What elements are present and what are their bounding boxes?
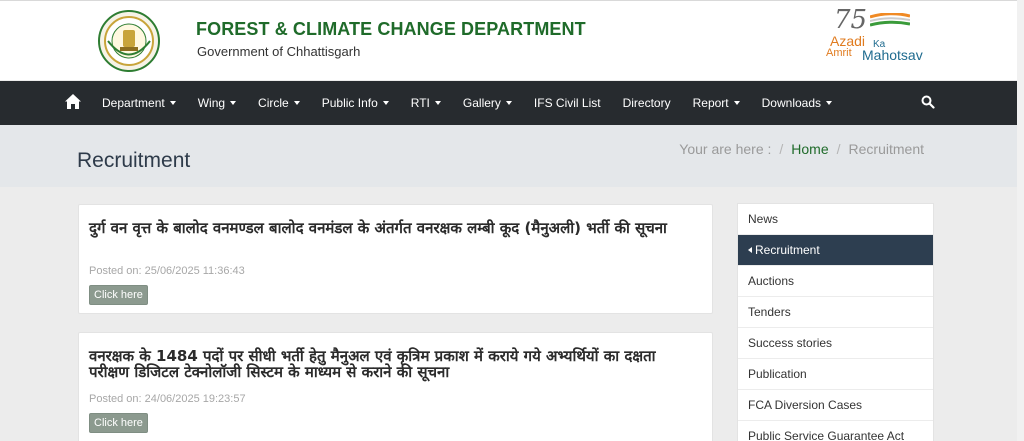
- caret-down-icon: [382, 101, 389, 105]
- sidebar-item-label: FCA Diversion Cases: [748, 398, 863, 412]
- recruitment-post-card: वनरक्षक के 1484 पदों पर सीधी भर्ती हेतु …: [78, 332, 713, 441]
- caret-down-icon: [826, 101, 833, 105]
- nav-item-gallery[interactable]: Gallery: [452, 81, 523, 125]
- sidebar-item-publication[interactable]: Publication: [738, 359, 933, 390]
- breadcrumb-prefix: Your are here :: [679, 141, 772, 157]
- caret-down-icon: [505, 101, 512, 105]
- flag-swoosh-icon: [870, 13, 910, 27]
- site-header: FOREST & CLIMATE CHANGE DEPARTMENT Gover…: [0, 0, 1024, 80]
- nav-item-downloads[interactable]: Downloads: [751, 81, 843, 125]
- nav-item-label: Circle: [258, 96, 289, 110]
- page-scrollbar[interactable]: [1017, 0, 1024, 441]
- click-here-button[interactable]: Click here: [89, 413, 148, 433]
- sidebar-item-auctions[interactable]: Auctions: [738, 266, 933, 297]
- sidebar-item-label: Publication: [748, 367, 807, 381]
- home-icon[interactable]: [64, 93, 82, 111]
- post-date: Posted on: 24/06/2025 19:23:57: [89, 393, 246, 405]
- caret-down-icon: [169, 101, 176, 105]
- nav-item-department[interactable]: Department: [91, 81, 187, 125]
- breadcrumb-current: Recruitment: [848, 141, 924, 157]
- sidebar-item-tenders[interactable]: Tenders: [738, 297, 933, 328]
- nav-item-wing[interactable]: Wing: [187, 81, 247, 125]
- sidebar-item-label: Auctions: [748, 274, 795, 288]
- azadi-75-number: 75: [834, 5, 868, 35]
- azadi-ka-amrit-mahotsav-logo: 75 Azadi Ka Amrit Mahotsav: [826, 5, 936, 67]
- page-title: Recruitment: [77, 149, 191, 172]
- azadi-mahotsav-word: Mahotsav: [862, 47, 923, 63]
- azadi-amrit-word: Amrit: [826, 47, 852, 59]
- caret-down-icon: [733, 101, 740, 105]
- nav-item-report[interactable]: Report: [682, 81, 751, 125]
- nav-item-label: RTI: [410, 96, 430, 110]
- department-title: FOREST & CLIMATE CHANGE DEPARTMENT: [196, 19, 586, 39]
- chhattisgarh-emblem-logo[interactable]: [98, 10, 160, 72]
- category-sidebar: News Recruitment Auctions Tenders Succes…: [737, 203, 934, 441]
- search-icon[interactable]: [921, 95, 935, 109]
- sidebar-item-success-stories[interactable]: Success stories: [738, 328, 933, 359]
- nav-item-label: IFS Civil List: [533, 96, 601, 110]
- sidebar-item-public-service-guarantee-act[interactable]: Public Service Guarantee Act: [738, 421, 933, 441]
- post-title[interactable]: वनरक्षक के 1484 पदों पर सीधी भर्ती हेतु …: [89, 348, 699, 380]
- post-title[interactable]: दुर्ग वन वृत्त के बालोद वनमण्डल बालोद वन…: [89, 220, 699, 236]
- sidebar-item-label: Public Service Guarantee Act: [748, 429, 905, 441]
- caret-left-icon: [748, 247, 752, 253]
- department-subtitle: Government of Chhattisgarh: [197, 44, 361, 59]
- page-banner: Recruitment Your are here : / Home / Rec…: [0, 125, 1024, 187]
- caret-down-icon: [293, 101, 300, 105]
- main-navbar: Department Wing Circle Public Info RTI G…: [0, 81, 1024, 125]
- nav-item-label: Gallery: [462, 96, 501, 110]
- sidebar-item-news[interactable]: News: [738, 204, 933, 235]
- sidebar-item-label: Success stories: [748, 336, 833, 350]
- nav-menu: Department Wing Circle Public Info RTI G…: [91, 81, 843, 125]
- post-date: Posted on: 25/06/2025 11:36:43: [89, 265, 245, 277]
- nav-item-directory[interactable]: Directory: [612, 81, 682, 125]
- nav-item-label: Directory: [622, 96, 671, 110]
- nav-item-circle[interactable]: Circle: [247, 81, 311, 125]
- nav-item-label: Report: [692, 96, 729, 110]
- breadcrumb-home-link[interactable]: Home: [791, 141, 828, 157]
- sidebar-item-label: Tenders: [748, 305, 791, 319]
- recruitment-post-card: दुर्ग वन वृत्त के बालोद वनमण्डल बालोद वन…: [78, 204, 713, 314]
- breadcrumb-separator: /: [836, 141, 841, 157]
- nav-item-label: Wing: [197, 96, 226, 110]
- sidebar-item-recruitment[interactable]: Recruitment: [738, 235, 933, 266]
- nav-item-rti[interactable]: RTI: [400, 81, 452, 125]
- click-here-button[interactable]: Click here: [89, 285, 148, 305]
- nav-item-public-info[interactable]: Public Info: [311, 81, 400, 125]
- breadcrumb: Your are here : / Home / Recruitment: [679, 141, 924, 157]
- nav-item-label: Department: [102, 96, 165, 110]
- sidebar-item-fca-diversion-cases[interactable]: FCA Diversion Cases: [738, 390, 933, 421]
- caret-down-icon: [434, 101, 441, 105]
- sidebar-item-label: Recruitment: [755, 243, 820, 257]
- nav-item-label: Downloads: [761, 96, 822, 110]
- nav-item-ifs-civil-list[interactable]: IFS Civil List: [523, 81, 612, 125]
- breadcrumb-separator: /: [779, 141, 784, 157]
- nav-item-label: Public Info: [321, 96, 378, 110]
- caret-down-icon: [230, 101, 237, 105]
- sidebar-item-label: News: [748, 212, 779, 226]
